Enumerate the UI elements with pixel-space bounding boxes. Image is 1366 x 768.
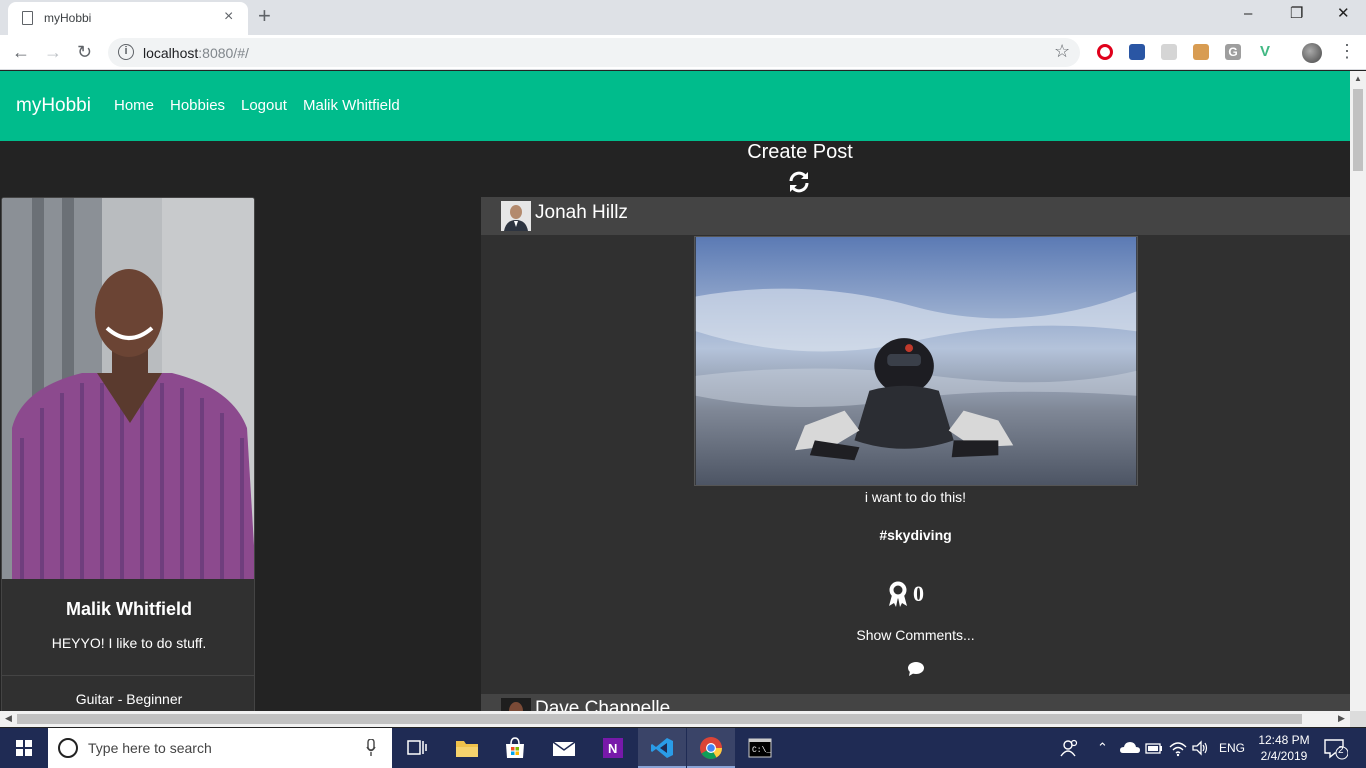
notification-count-badge: 2 [1338, 745, 1344, 756]
restore-button[interactable]: ❐ [1290, 4, 1303, 24]
grey-extension-icon[interactable] [1161, 44, 1177, 60]
people-icon[interactable] [1058, 736, 1080, 760]
horizontal-scrollbar[interactable]: ◀ ▶ [0, 711, 1350, 727]
language-indicator[interactable]: ENG [1219, 741, 1245, 755]
opera-extension-icon[interactable] [1097, 44, 1113, 60]
comment-icon[interactable] [907, 661, 925, 677]
scroll-corner [1350, 711, 1366, 727]
profile-hobby-item: Guitar - Beginner [75, 691, 183, 707]
onedrive-cloud-icon[interactable] [1119, 736, 1141, 760]
taskbar-search-placeholder: Type here to search [88, 740, 212, 756]
forward-arrow-icon[interactable]: → [44, 41, 62, 63]
robot-extension-icon[interactable] [1193, 44, 1209, 60]
post-image [694, 236, 1138, 486]
command-prompt-icon[interactable]: C:\_ [747, 736, 773, 760]
address-bar[interactable]: i localhost:8080/#/ ☆ [108, 38, 1080, 67]
author-avatar[interactable] [501, 698, 531, 711]
refresh-icon[interactable] [787, 170, 811, 194]
menu-dots-icon[interactable]: ⋮ [1338, 40, 1356, 62]
task-view-icon[interactable] [404, 736, 430, 760]
vue-devtools-icon[interactable]: V [1257, 44, 1273, 60]
url-text: localhost:8080/#/ [143, 45, 249, 61]
show-hidden-icons-chevron-icon[interactable]: ⌃ [1097, 740, 1108, 756]
vscode-icon[interactable] [649, 736, 675, 760]
windows-start-icon[interactable] [0, 728, 48, 768]
profile-card: Malik Whitfield HEYYO! I like to do stuf… [1, 197, 255, 711]
svg-text:N: N [608, 741, 617, 756]
profile-avatar[interactable] [1302, 43, 1322, 63]
post-author[interactable]: Dave Chappelle [535, 698, 670, 711]
post-hashtag[interactable]: #skydiving [481, 527, 1350, 543]
chrome-icon[interactable] [698, 736, 724, 760]
bookmark-star-icon[interactable]: ☆ [1054, 41, 1070, 62]
file-explorer-icon[interactable] [454, 736, 480, 760]
svg-text:C:\_: C:\_ [752, 746, 771, 755]
url-path: :8080/#/ [198, 45, 249, 61]
window-close-button[interactable]: ✕ [1337, 4, 1350, 24]
profile-name: Malik Whitfield [66, 599, 192, 619]
volume-icon[interactable] [1190, 736, 1210, 760]
minimize-button[interactable]: – [1244, 4, 1252, 24]
grammar-extension-icon[interactable]: G [1225, 44, 1241, 60]
clock-time: 12:48 PM [1258, 733, 1310, 747]
scroll-right-arrow-icon[interactable]: ▶ [1338, 713, 1345, 724]
url-host: localhost [143, 45, 199, 61]
post-card: Dave Chappelle [481, 694, 1350, 711]
back-arrow-icon[interactable]: ← [12, 41, 30, 63]
profile-bio: HEYYO! I like to do stuff. [51, 635, 207, 651]
app-navbar: myHobbi Home Hobbies Logout Malik Whitfi… [0, 71, 1350, 141]
browser-tab[interactable]: myHobbi × [8, 2, 248, 35]
brand-logo[interactable]: myHobbi [16, 95, 91, 117]
action-center-icon[interactable] [1322, 736, 1348, 760]
battery-icon[interactable] [1144, 736, 1164, 760]
taskbar-search-box[interactable]: Type here to search [48, 728, 392, 768]
page-viewport: myHobbi Home Hobbies Logout Malik Whitfi… [0, 71, 1350, 711]
clock-date: 2/4/2019 [1260, 749, 1308, 763]
create-post-button[interactable]: Create Post [700, 141, 900, 164]
mail-icon[interactable] [551, 736, 577, 760]
browser-tabstrip: myHobbi × + – ❐ ✕ [0, 0, 1366, 35]
windows-taskbar: Type here to search N C:\_ ⌃ ENG 12:48 P… [0, 728, 1366, 768]
microphone-icon[interactable] [366, 739, 376, 757]
cortana-icon [58, 738, 78, 758]
show-comments-link[interactable]: Show Comments... [481, 627, 1350, 643]
nav-hobbies[interactable]: Hobbies [170, 97, 225, 114]
nav-home[interactable]: Home [114, 97, 154, 114]
vertical-scroll-thumb[interactable] [1353, 89, 1363, 171]
page-icon [22, 11, 33, 25]
horizontal-scroll-thumb[interactable] [17, 714, 1302, 724]
onenote-icon[interactable]: N [600, 736, 626, 760]
profile-photo [2, 198, 254, 579]
wifi-icon[interactable] [1168, 736, 1188, 760]
microsoft-store-icon[interactable] [502, 736, 528, 760]
taskbar-clock[interactable]: 12:48 PM 2/4/2019 [1254, 732, 1314, 764]
tab-title: myHobbi [44, 11, 92, 25]
vertical-scrollbar[interactable]: ▲ [1350, 71, 1366, 711]
award-count: 0 [913, 581, 924, 606]
scroll-up-arrow-icon[interactable]: ▲ [1354, 74, 1362, 83]
post-header: Jonah Hillz [481, 197, 1350, 235]
nav-logout[interactable]: Logout [241, 97, 287, 114]
profile-divider [2, 675, 254, 676]
bookmark-extension-icon[interactable] [1129, 44, 1145, 60]
scroll-left-arrow-icon[interactable]: ◀ [5, 713, 12, 724]
post-author[interactable]: Jonah Hillz [535, 202, 628, 224]
tab-close-icon[interactable]: × [224, 7, 233, 27]
post-card: Jonah Hillz i want to do this! #skydivin… [481, 197, 1350, 694]
reload-icon[interactable]: ↻ [77, 41, 92, 63]
award-icon[interactable] [887, 581, 909, 607]
browser-toolbar: ← → ↻ i localhost:8080/#/ ☆ G V ⋮ [0, 35, 1366, 70]
author-avatar[interactable] [501, 201, 531, 231]
post-caption: i want to do this! [864, 489, 967, 505]
info-icon[interactable]: i [118, 44, 134, 60]
nav-user-profile[interactable]: Malik Whitfield [303, 97, 400, 114]
new-tab-button[interactable]: + [258, 4, 271, 28]
